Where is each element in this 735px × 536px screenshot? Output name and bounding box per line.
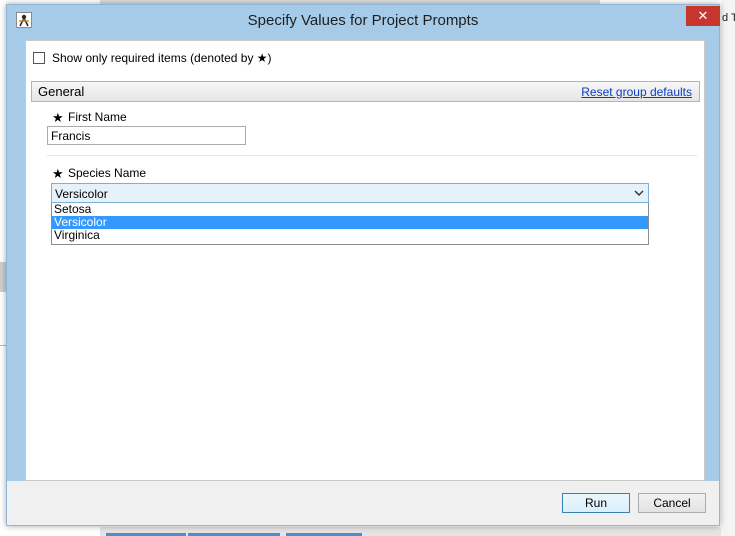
group-title: General <box>38 84 85 99</box>
project-prompts-dialog: Specify Values for Project Prompts ✕ Sho… <box>6 4 720 526</box>
title-bar[interactable]: Specify Values for Project Prompts ✕ <box>7 5 720 35</box>
star-icon: ★ <box>256 51 268 65</box>
dialog-title: Specify Values for Project Prompts <box>247 12 479 29</box>
prompt-panel: Show only required items (denoted by ★) … <box>25 40 705 481</box>
cancel-button[interactable]: Cancel <box>638 493 706 513</box>
species-options-list: Setosa Versicolor Virginica <box>51 203 649 245</box>
close-button[interactable]: ✕ <box>686 6 720 26</box>
first-name-input[interactable] <box>47 126 246 145</box>
run-button[interactable]: Run <box>562 493 630 513</box>
species-name-select[interactable]: Versicolor <box>51 183 649 203</box>
required-only-checkbox[interactable] <box>33 52 45 64</box>
background-right-text: d T <box>722 12 735 24</box>
required-only-label: Show only required items (denoted by ★) <box>52 51 272 65</box>
species-selected-value: Versicolor <box>55 187 108 201</box>
first-name-label: First Name <box>68 110 127 124</box>
required-star-icon: ★ <box>52 166 64 181</box>
field-separator <box>47 155 697 156</box>
background-right-panel <box>721 0 735 536</box>
species-option-versicolor[interactable]: Versicolor <box>52 216 648 229</box>
reset-group-defaults-link[interactable]: Reset group defaults <box>581 85 692 99</box>
chevron-down-icon[interactable] <box>634 186 644 203</box>
required-star-icon: ★ <box>52 110 64 125</box>
species-name-label: Species Name <box>68 166 147 180</box>
species-option-setosa[interactable]: Setosa <box>52 203 648 216</box>
dialog-footer: Run Cancel <box>7 481 719 525</box>
group-header-general: General Reset group defaults <box>31 81 700 102</box>
species-option-virginica[interactable]: Virginica <box>52 229 648 242</box>
